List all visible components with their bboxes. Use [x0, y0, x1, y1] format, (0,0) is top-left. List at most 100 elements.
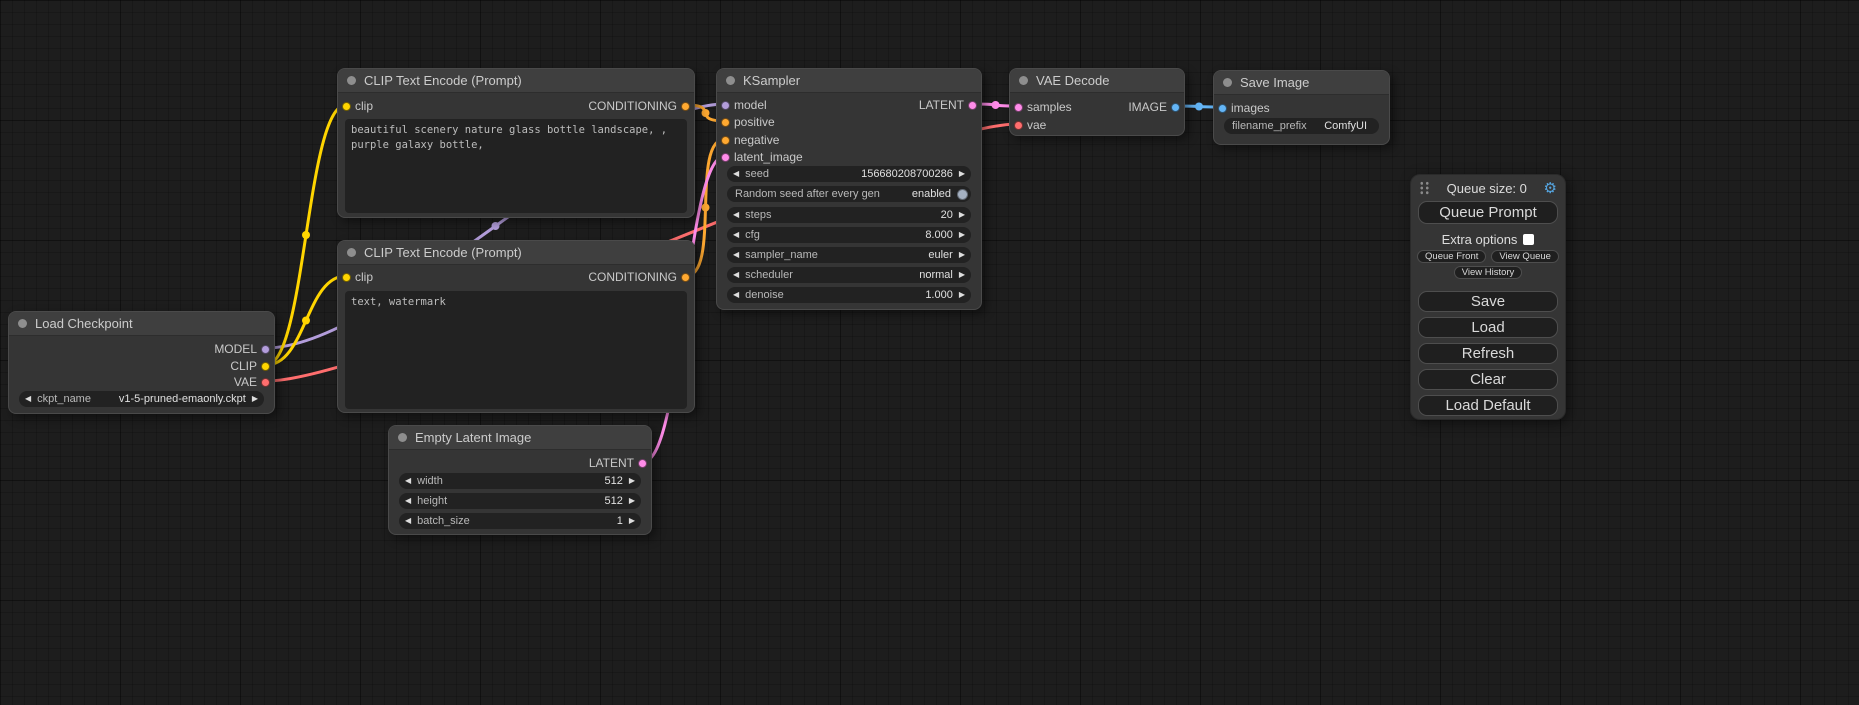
- positive-input-port[interactable]: [721, 118, 730, 127]
- widget-label: sampler_name: [745, 249, 818, 261]
- scheduler-widget[interactable]: ◀ scheduler normal ▶: [727, 267, 971, 283]
- sampler-name-widget[interactable]: ◀ sampler_name euler ▶: [727, 247, 971, 263]
- model-output-label: MODEL: [214, 342, 257, 356]
- increment-arrow-icon[interactable]: ▶: [959, 287, 965, 303]
- next-value-arrow-icon[interactable]: ▶: [252, 391, 258, 407]
- samples-input-port[interactable]: [1014, 103, 1023, 112]
- widget-label: height: [417, 495, 447, 507]
- widget-label: batch_size: [417, 515, 470, 527]
- conditioning-output-port[interactable]: [681, 102, 690, 111]
- clip-input-port[interactable]: [342, 273, 351, 282]
- seed-widget[interactable]: ◀ seed 156680208700286 ▶: [727, 166, 971, 182]
- extra-options-checkbox[interactable]: [1523, 234, 1534, 245]
- decrement-arrow-icon[interactable]: ◀: [405, 493, 411, 509]
- collapse-dot-icon[interactable]: [1223, 78, 1232, 87]
- collapse-dot-icon[interactable]: [347, 76, 356, 85]
- next-value-arrow-icon[interactable]: ▶: [959, 267, 965, 283]
- queue-front-button[interactable]: Queue Front: [1417, 250, 1486, 263]
- save-button[interactable]: Save: [1418, 291, 1558, 312]
- decrement-arrow-icon[interactable]: ◀: [733, 207, 739, 223]
- latent-image-input-port[interactable]: [721, 153, 730, 162]
- image-output-port[interactable]: [1171, 103, 1180, 112]
- node-title-bar[interactable]: Empty Latent Image: [389, 426, 651, 450]
- positive-prompt-textarea[interactable]: beautiful scenery nature glass bottle la…: [345, 119, 687, 213]
- node-save-image[interactable]: Save Image images filename_prefix ComfyU…: [1213, 70, 1390, 145]
- random-seed-toggle-widget[interactable]: Random seed after every gen enabled: [727, 186, 971, 202]
- node-title: Empty Latent Image: [415, 430, 531, 445]
- clear-button[interactable]: Clear: [1418, 369, 1558, 390]
- widget-value: 20: [941, 209, 953, 221]
- node-title-bar[interactable]: VAE Decode: [1010, 69, 1184, 93]
- clip-output-port[interactable]: [261, 362, 270, 371]
- node-clip-text-encode-positive[interactable]: CLIP Text Encode (Prompt) clip CONDITION…: [337, 68, 695, 218]
- node-ksampler[interactable]: KSampler model positive negative latent_…: [716, 68, 982, 310]
- node-empty-latent-image[interactable]: Empty Latent Image LATENT ◀ width 512 ▶ …: [388, 425, 652, 535]
- increment-arrow-icon[interactable]: ▶: [629, 513, 635, 529]
- collapse-dot-icon[interactable]: [18, 319, 27, 328]
- toggle-dot-icon[interactable]: [957, 189, 968, 200]
- images-input-label: images: [1231, 101, 1270, 115]
- increment-arrow-icon[interactable]: ▶: [959, 227, 965, 243]
- decrement-arrow-icon[interactable]: ◀: [733, 227, 739, 243]
- latent-output-port[interactable]: [968, 101, 977, 110]
- steps-widget[interactable]: ◀ steps 20 ▶: [727, 207, 971, 223]
- refresh-button[interactable]: Refresh: [1418, 343, 1558, 364]
- cfg-widget[interactable]: ◀ cfg 8.000 ▶: [727, 227, 971, 243]
- widget-label: width: [417, 475, 443, 487]
- decrement-arrow-icon[interactable]: ◀: [733, 166, 739, 182]
- negative-input-port[interactable]: [721, 136, 730, 145]
- collapse-dot-icon[interactable]: [726, 76, 735, 85]
- widget-label: seed: [745, 168, 769, 180]
- node-title: Save Image: [1240, 75, 1309, 90]
- vae-output-port[interactable]: [261, 378, 270, 387]
- decrement-arrow-icon[interactable]: ◀: [733, 287, 739, 303]
- prev-value-arrow-icon[interactable]: ◀: [25, 391, 31, 407]
- prev-value-arrow-icon[interactable]: ◀: [733, 247, 739, 263]
- node-vae-decode[interactable]: VAE Decode samples vae IMAGE: [1009, 68, 1185, 136]
- vae-input-port[interactable]: [1014, 121, 1023, 130]
- model-output-port[interactable]: [261, 345, 270, 354]
- model-input-port[interactable]: [721, 101, 730, 110]
- collapse-dot-icon[interactable]: [1019, 76, 1028, 85]
- images-input-port[interactable]: [1218, 104, 1227, 113]
- load-button[interactable]: Load: [1418, 317, 1558, 338]
- collapse-dot-icon[interactable]: [398, 433, 407, 442]
- view-queue-button[interactable]: View Queue: [1491, 250, 1559, 263]
- prev-value-arrow-icon[interactable]: ◀: [733, 267, 739, 283]
- decrement-arrow-icon[interactable]: ◀: [405, 513, 411, 529]
- ckpt-name-widget[interactable]: ◀ ckpt_name v1-5-pruned-emaonly.ckpt ▶: [19, 391, 264, 407]
- filename-prefix-widget[interactable]: filename_prefix ComfyUI: [1224, 118, 1379, 134]
- clip-input-port[interactable]: [342, 102, 351, 111]
- view-history-button[interactable]: View History: [1454, 266, 1523, 279]
- height-widget[interactable]: ◀ height 512 ▶: [399, 493, 641, 509]
- node-title-bar[interactable]: Save Image: [1214, 71, 1389, 95]
- widget-value: enabled: [912, 188, 951, 200]
- increment-arrow-icon[interactable]: ▶: [959, 207, 965, 223]
- conditioning-output-port[interactable]: [681, 273, 690, 282]
- node-clip-text-encode-negative[interactable]: CLIP Text Encode (Prompt) clip CONDITION…: [337, 240, 695, 413]
- node-title-bar[interactable]: CLIP Text Encode (Prompt): [338, 69, 694, 93]
- negative-prompt-textarea[interactable]: text, watermark: [345, 291, 687, 409]
- node-title: CLIP Text Encode (Prompt): [364, 73, 522, 88]
- node-load-checkpoint[interactable]: Load Checkpoint MODEL CLIP VAE ◀ ckpt_na…: [8, 311, 275, 414]
- node-title-bar[interactable]: KSampler: [717, 69, 981, 93]
- queue-prompt-button[interactable]: Queue Prompt: [1418, 201, 1558, 224]
- increment-arrow-icon[interactable]: ▶: [629, 493, 635, 509]
- increment-arrow-icon[interactable]: ▶: [959, 166, 965, 182]
- width-widget[interactable]: ◀ width 512 ▶: [399, 473, 641, 489]
- node-title-bar[interactable]: Load Checkpoint: [9, 312, 274, 336]
- latent-output-port[interactable]: [638, 459, 647, 468]
- node-title-bar[interactable]: CLIP Text Encode (Prompt): [338, 241, 694, 265]
- settings-gear-icon[interactable]: ⚙: [1544, 181, 1557, 195]
- collapse-dot-icon[interactable]: [347, 248, 356, 257]
- decrement-arrow-icon[interactable]: ◀: [405, 473, 411, 489]
- node-title: Load Checkpoint: [35, 316, 133, 331]
- load-default-button[interactable]: Load Default: [1418, 395, 1558, 416]
- widget-value: 156680208700286: [861, 168, 953, 180]
- batch-size-widget[interactable]: ◀ batch_size 1 ▶: [399, 513, 641, 529]
- drag-handle-icon[interactable]: [1419, 181, 1430, 195]
- positive-input-label: positive: [734, 115, 775, 129]
- next-value-arrow-icon[interactable]: ▶: [959, 247, 965, 263]
- denoise-widget[interactable]: ◀ denoise 1.000 ▶: [727, 287, 971, 303]
- increment-arrow-icon[interactable]: ▶: [629, 473, 635, 489]
